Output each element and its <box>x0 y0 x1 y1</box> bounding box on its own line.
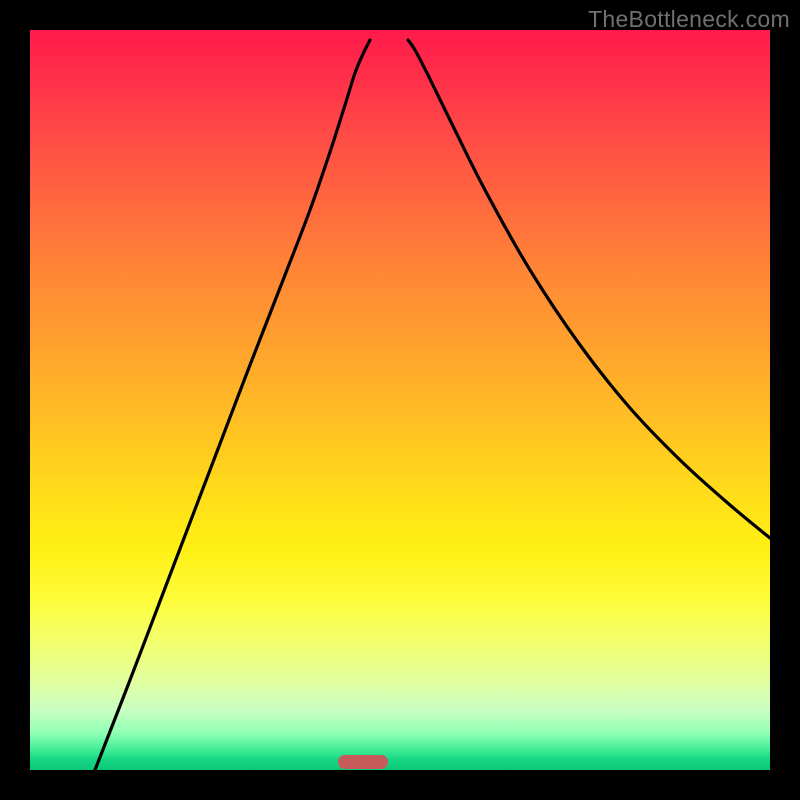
optimum-marker <box>338 755 388 769</box>
plot-area <box>30 30 770 770</box>
left-curve <box>95 40 370 770</box>
curve-layer <box>30 30 770 770</box>
chart-frame: TheBottleneck.com <box>0 0 800 800</box>
watermark-text: TheBottleneck.com <box>588 6 790 33</box>
right-curve <box>408 40 770 538</box>
